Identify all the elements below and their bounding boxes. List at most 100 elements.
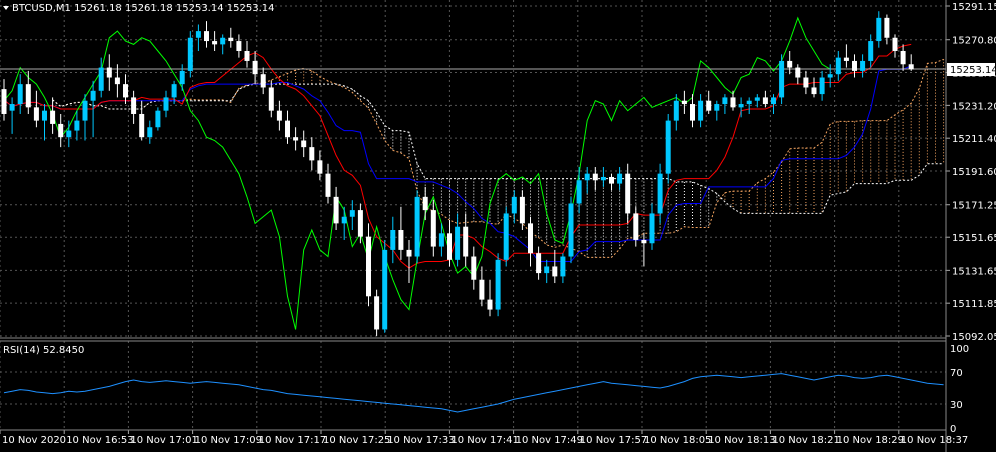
candle-body bbox=[260, 74, 266, 88]
candle-body bbox=[835, 57, 841, 75]
price-tick-label: 15291.15 bbox=[952, 2, 996, 13]
candle-body bbox=[333, 196, 339, 224]
candle-body bbox=[285, 120, 290, 138]
candle-body bbox=[341, 216, 347, 224]
rsi-tick-label: 70 bbox=[950, 368, 963, 379]
candle-body bbox=[584, 173, 590, 181]
rsi-tick-label: 100 bbox=[950, 344, 969, 355]
candle-body bbox=[293, 137, 299, 141]
candle-body bbox=[301, 140, 307, 148]
price-tick-label: 15270.80 bbox=[952, 36, 996, 47]
candle-body bbox=[503, 213, 509, 260]
candle-body bbox=[544, 266, 550, 274]
price-tick-label: 15111.85 bbox=[952, 299, 996, 310]
candle-body bbox=[195, 31, 201, 38]
candle-body bbox=[98, 67, 104, 91]
candle-body bbox=[366, 236, 371, 297]
candle-body bbox=[471, 256, 477, 280]
time-tick-label: 10 Nov 17:01 bbox=[130, 435, 197, 446]
candle-body bbox=[568, 203, 574, 257]
candle-body bbox=[738, 104, 744, 108]
candle-body bbox=[42, 110, 47, 121]
price-tick-label: 15151.65 bbox=[952, 233, 996, 244]
candle-body bbox=[123, 84, 128, 98]
time-tick-label: 10 Nov 18:05 bbox=[644, 435, 711, 446]
candle-body bbox=[50, 110, 56, 124]
candle-body bbox=[633, 213, 639, 240]
candle-body bbox=[843, 57, 849, 61]
symbol-header: BTCUSD,M1 15261.18 15261.18 15253.14 152… bbox=[12, 3, 274, 14]
candle-body bbox=[860, 60, 866, 71]
time-tick-label: 10 Nov 17:25 bbox=[323, 435, 390, 446]
time-tick-label: 10 Nov 17:33 bbox=[387, 435, 454, 446]
candle-body bbox=[212, 41, 218, 45]
candle-body bbox=[803, 77, 809, 88]
rsi-header: RSI(14) 52.8450 bbox=[3, 345, 84, 356]
chart-background bbox=[0, 0, 996, 452]
candle-body bbox=[276, 110, 282, 121]
candle-body bbox=[641, 239, 647, 244]
candle-body bbox=[706, 100, 712, 111]
candle-body bbox=[795, 67, 801, 78]
time-tick-label: 10 Nov 17:17 bbox=[259, 435, 326, 446]
time-tick-label: 10 Nov 16:53 bbox=[66, 435, 133, 446]
candle-body bbox=[349, 210, 355, 217]
candle-body bbox=[82, 100, 88, 121]
price-tick-label: 15231.20 bbox=[952, 101, 996, 112]
candle-body bbox=[730, 97, 736, 108]
candle-body bbox=[220, 37, 226, 45]
candle-body bbox=[252, 60, 258, 75]
candle-body bbox=[868, 41, 874, 61]
candle-body bbox=[106, 67, 112, 78]
candle-body bbox=[746, 100, 752, 105]
time-tick-label: 10 Nov 18:13 bbox=[708, 435, 775, 446]
candle-body bbox=[722, 97, 728, 105]
candle-body bbox=[74, 120, 80, 131]
candle-body bbox=[90, 90, 96, 101]
candle-body bbox=[406, 249, 412, 257]
trading-chart[interactable]: 15291.1515270.8015251.0515231.2015211.40… bbox=[0, 0, 996, 452]
candle-body bbox=[811, 87, 817, 95]
price-tick-label: 15131.65 bbox=[952, 266, 996, 277]
time-tick-label: 10 Nov 18:37 bbox=[901, 435, 968, 446]
time-tick-label: 10 Nov 18:29 bbox=[837, 435, 904, 446]
candle-body bbox=[771, 97, 776, 105]
current-price-tag: 15253.14 bbox=[947, 63, 996, 76]
candle-body bbox=[884, 17, 890, 38]
candle-body bbox=[438, 233, 444, 247]
candle-body bbox=[479, 279, 485, 300]
time-tick-label: 10 Nov 17:09 bbox=[195, 435, 262, 446]
candle-body bbox=[25, 84, 31, 108]
candle-body bbox=[179, 70, 185, 85]
candle-body bbox=[131, 97, 137, 114]
candle-body bbox=[447, 233, 452, 260]
candle-body bbox=[665, 120, 671, 174]
candle-body bbox=[511, 196, 517, 214]
candle-body bbox=[762, 97, 768, 105]
candle-body bbox=[422, 196, 428, 211]
candle-body bbox=[17, 84, 23, 105]
candle-body bbox=[236, 41, 242, 51]
candle-body bbox=[787, 60, 793, 68]
candle-body bbox=[187, 37, 193, 71]
candle-body bbox=[576, 180, 582, 204]
candle-body bbox=[754, 97, 760, 101]
rsi-tick-label: 0 bbox=[950, 424, 956, 435]
candle-body bbox=[382, 249, 388, 330]
candle-body bbox=[487, 299, 493, 310]
candle-body bbox=[139, 113, 145, 138]
candle-body bbox=[357, 210, 363, 237]
price-tick-label: 15092.05 bbox=[952, 332, 996, 343]
time-tick-label: 10 Nov 2020 bbox=[2, 435, 66, 446]
candle-body bbox=[536, 253, 542, 274]
price-tick-label: 15191.60 bbox=[952, 167, 996, 178]
candle-body bbox=[430, 210, 436, 247]
candle-body bbox=[155, 110, 161, 128]
candle-body bbox=[163, 97, 169, 111]
candle-body bbox=[309, 147, 315, 161]
candle-body bbox=[900, 51, 906, 65]
candle-body bbox=[228, 37, 234, 42]
candle-body bbox=[268, 87, 274, 111]
candle-body bbox=[9, 104, 15, 111]
candle-body bbox=[657, 173, 663, 214]
